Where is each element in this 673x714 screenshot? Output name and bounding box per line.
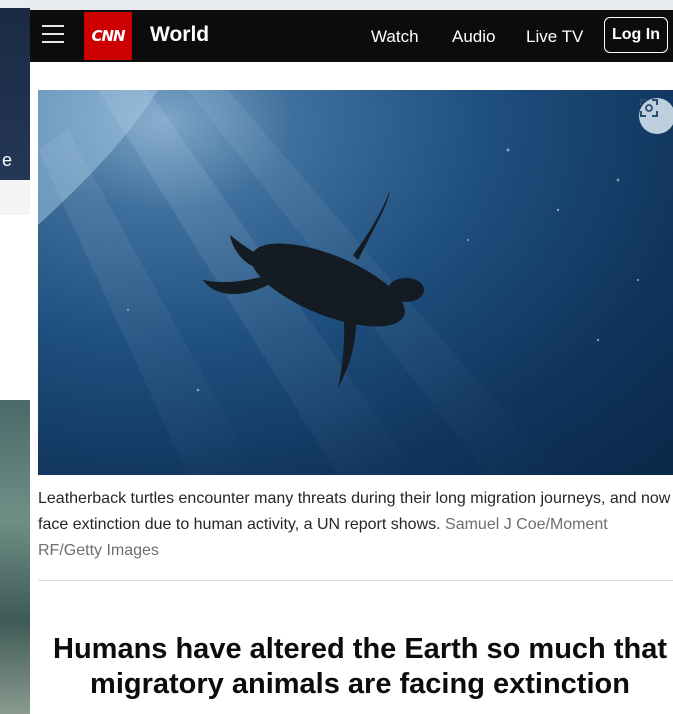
- background-window: e: [0, 0, 30, 714]
- image-caption: Leatherback turtles encounter many threa…: [38, 486, 673, 564]
- hamburger-icon[interactable]: [42, 25, 64, 47]
- headline-line-1: Humans have altered the Earth so much th…: [53, 633, 667, 665]
- expand-icon: [640, 99, 658, 117]
- background-text-fragment: e: [2, 150, 13, 170]
- login-button[interactable]: Log In: [604, 17, 668, 53]
- cnn-article-page: CNN World Watch Audio Live TV Log In Lea…: [30, 0, 673, 714]
- article-headline: Humans have altered the Earth so much th…: [30, 632, 673, 702]
- cnn-logo[interactable]: CNN: [84, 12, 132, 60]
- browser-top-strip: [30, 0, 673, 10]
- hero-image: [38, 90, 673, 475]
- nav-link-watch[interactable]: Watch: [371, 27, 419, 47]
- leatherback-turtle-photo: [38, 90, 640, 475]
- expand-image-button[interactable]: [639, 98, 673, 134]
- cnn-logo-text: CNN: [91, 27, 125, 45]
- top-navigation-bar: CNN World Watch Audio Live TV Log In: [30, 10, 673, 62]
- headline-line-2: migratory animals are facing extinction: [90, 668, 630, 700]
- nav-link-live-tv[interactable]: Live TV: [526, 27, 583, 47]
- divider: [38, 580, 673, 581]
- section-title[interactable]: World: [150, 23, 209, 47]
- nav-link-audio[interactable]: Audio: [452, 27, 495, 47]
